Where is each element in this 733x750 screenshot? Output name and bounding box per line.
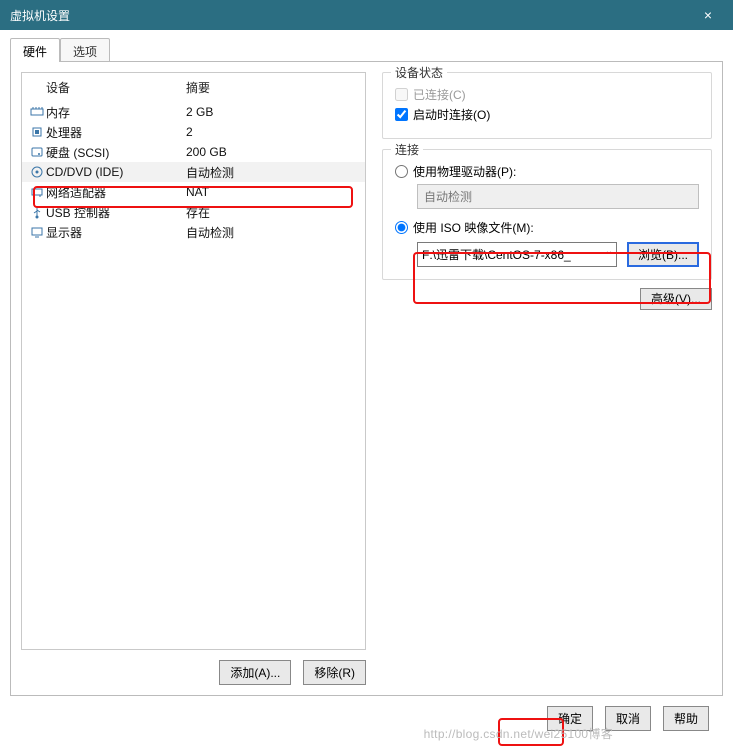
- device-summary: 自动检测: [186, 164, 234, 181]
- network-icon: [28, 185, 46, 199]
- device-name: 处理器: [46, 124, 186, 141]
- rad-iso[interactable]: 使用 ISO 映像文件(M):: [395, 219, 699, 236]
- chk-connected-input[interactable]: [395, 88, 408, 101]
- row-cpu[interactable]: 处理器 2: [22, 122, 365, 142]
- iso-path-input[interactable]: F:\迅雷下载\CentOS-7-x86_ ⌄: [417, 242, 617, 267]
- row-display[interactable]: 显示器 自动检测: [22, 222, 365, 242]
- titlebar: 虚拟机设置 ×: [0, 0, 733, 30]
- tab-options[interactable]: 选项: [60, 38, 110, 62]
- ok-button[interactable]: 确定: [547, 706, 593, 731]
- group-connection-title: 连接: [391, 141, 423, 158]
- usb-icon: [28, 205, 46, 219]
- footer: 确定 取消 帮助: [10, 696, 723, 740]
- left-buttons: 添加(A)... 移除(R): [21, 660, 366, 685]
- device-name: 硬盘 (SCSI): [46, 144, 186, 161]
- left-column: 设备 摘要 内存 2 GB 处理器 2 硬盘 (SCSI) 200 GB: [21, 72, 366, 685]
- chevron-down-icon[interactable]: ⌄: [605, 246, 613, 257]
- cancel-button[interactable]: 取消: [605, 706, 651, 731]
- row-disk[interactable]: 硬盘 (SCSI) 200 GB: [22, 142, 365, 162]
- group-status: 设备状态 已连接(C) 启动时连接(O): [382, 72, 712, 139]
- cpu-icon: [28, 125, 46, 139]
- device-name: USB 控制器: [46, 204, 186, 221]
- chk-connect-start[interactable]: 启动时连接(O): [395, 106, 699, 123]
- col-summary: 摘要: [186, 79, 210, 96]
- device-summary: 2 GB: [186, 105, 213, 119]
- display-icon: [28, 225, 46, 239]
- rad-physical[interactable]: 使用物理驱动器(P):: [395, 163, 699, 180]
- add-button[interactable]: 添加(A)...: [219, 660, 291, 685]
- content: 硬件 选项 设备 摘要 内存 2 GB 处理器 2: [0, 30, 733, 750]
- chk-connect-start-input[interactable]: [395, 108, 408, 121]
- browse-button[interactable]: 浏览(B)...: [627, 242, 699, 267]
- rad-physical-input[interactable]: [395, 165, 408, 178]
- device-summary: 存在: [186, 204, 210, 221]
- device-name: CD/DVD (IDE): [46, 165, 186, 179]
- device-name: 显示器: [46, 224, 186, 241]
- device-summary: 2: [186, 125, 193, 139]
- memory-icon: [28, 105, 46, 119]
- iso-row: F:\迅雷下载\CentOS-7-x86_ ⌄ 浏览(B)...: [417, 242, 699, 267]
- chk-connected[interactable]: 已连接(C): [395, 86, 699, 103]
- rad-iso-input[interactable]: [395, 221, 408, 234]
- advanced-row: 高级(V)...: [382, 290, 712, 307]
- right-column: 设备状态 已连接(C) 启动时连接(O) 连接 使用物理驱动器(P): 自动检测: [382, 72, 712, 685]
- disk-icon: [28, 145, 46, 159]
- close-icon[interactable]: ×: [693, 7, 723, 23]
- row-net[interactable]: 网络适配器 NAT: [22, 182, 365, 202]
- group-status-title: 设备状态: [391, 64, 447, 81]
- group-connection: 连接 使用物理驱动器(P): 自动检测 使用 ISO 映像文件(M): F:\迅…: [382, 149, 712, 280]
- cd-icon: [28, 165, 46, 179]
- device-name: 网络适配器: [46, 184, 186, 201]
- advanced-button[interactable]: 高级(V)...: [640, 288, 712, 310]
- device-list: 设备 摘要 内存 2 GB 处理器 2 硬盘 (SCSI) 200 GB: [21, 72, 366, 650]
- row-usb[interactable]: USB 控制器 存在: [22, 202, 365, 222]
- panel: 设备 摘要 内存 2 GB 处理器 2 硬盘 (SCSI) 200 GB: [10, 61, 723, 696]
- remove-button[interactable]: 移除(R): [303, 660, 366, 685]
- physical-combo[interactable]: 自动检测: [417, 184, 699, 209]
- device-summary: 自动检测: [186, 224, 234, 241]
- device-list-header: 设备 摘要: [22, 73, 365, 102]
- device-summary: 200 GB: [186, 145, 227, 159]
- tab-hardware[interactable]: 硬件: [10, 38, 60, 62]
- device-name: 内存: [46, 104, 186, 121]
- tabs: 硬件 选项: [10, 38, 723, 62]
- row-cddvd[interactable]: CD/DVD (IDE) 自动检测: [22, 162, 365, 182]
- col-device: 设备: [46, 79, 186, 96]
- help-button[interactable]: 帮助: [663, 706, 709, 731]
- row-memory[interactable]: 内存 2 GB: [22, 102, 365, 122]
- device-summary: NAT: [186, 185, 209, 199]
- window-title: 虚拟机设置: [10, 7, 70, 24]
